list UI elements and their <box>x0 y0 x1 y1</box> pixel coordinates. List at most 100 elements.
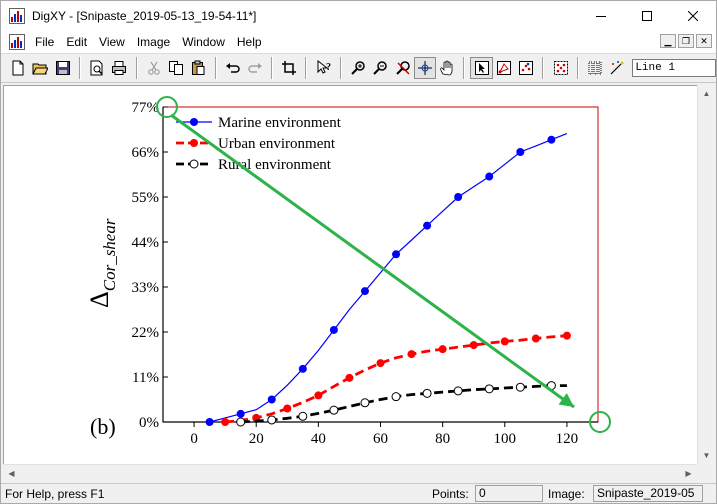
series-marker-2 <box>422 388 432 398</box>
y-tick-label: 11% <box>132 370 159 386</box>
series-marker-0 <box>267 395 276 404</box>
horizontal-scrollbar[interactable]: ◀ ▶ <box>3 464 697 482</box>
minimize-icon <box>596 16 606 17</box>
undo-icon <box>225 63 240 73</box>
toolbar-separator <box>271 57 274 79</box>
copy-button[interactable] <box>165 57 187 79</box>
zoom-out-button[interactable] <box>369 57 391 79</box>
series-marker-0 <box>454 193 463 201</box>
image-label: Image: <box>548 487 585 501</box>
menu-view[interactable]: View <box>93 31 131 53</box>
series-marker-2 <box>515 382 525 392</box>
series-marker-1 <box>283 404 292 413</box>
vertical-scrollbar[interactable]: ▲ ▼ <box>697 85 715 464</box>
zoom-in-button[interactable] <box>347 57 369 79</box>
y-tick-label: 77% <box>132 100 160 116</box>
series-marker-0 <box>547 135 556 144</box>
status-help-text: For Help, press F1 <box>5 487 105 501</box>
scrollbar-corner <box>697 464 715 482</box>
mdi-restore-icon: ❐ <box>681 36 691 46</box>
series-marker-0 <box>205 418 214 426</box>
calibration-arrow-head <box>558 393 574 407</box>
grid-tool-button[interactable] <box>549 57 571 79</box>
toolbar-separator <box>339 57 342 79</box>
print-preview-button[interactable] <box>86 57 108 79</box>
series-marker-1 <box>562 331 571 340</box>
mdi-minimize-icon: ▁ <box>664 36 672 46</box>
menu-file[interactable]: File <box>29 31 60 53</box>
open-button[interactable] <box>29 57 51 79</box>
print-button[interactable] <box>108 57 130 79</box>
scatter-tool-button[interactable] <box>515 57 537 79</box>
legend-marker-2 <box>189 159 199 169</box>
minimize-button[interactable] <box>578 1 624 31</box>
undo-button[interactable] <box>222 57 244 79</box>
digxy-window: DigXY - [Snipaste_2019-05-13_19-54-11*] … <box>0 0 717 504</box>
zoom-reset-button[interactable] <box>391 57 413 79</box>
scroll-left-arrow-icon[interactable]: ◀ <box>3 465 20 482</box>
mdi-close-button[interactable]: ✕ <box>696 34 712 48</box>
cut-button[interactable] <box>143 57 165 79</box>
series-marker-2 <box>453 386 463 396</box>
data-table-button[interactable] <box>584 57 606 79</box>
redo-icon <box>248 63 262 73</box>
toolbar: ? Line 1 <box>1 53 716 83</box>
mdi-minimize-button[interactable]: ▁ <box>660 34 676 48</box>
select-tool-button[interactable] <box>470 57 493 79</box>
series-marker-0 <box>423 221 432 230</box>
digitize-cursor-icon <box>417 61 432 75</box>
menu-bar: File Edit View Image Window Help ▁ ❐ ✕ <box>1 31 716 53</box>
status-bar: For Help, press F1 Points: 0 Image: Snip… <box>1 483 716 503</box>
crop-icon <box>282 61 297 75</box>
series-marker-0 <box>516 148 525 156</box>
menu-image[interactable]: Image <box>131 31 176 53</box>
close-icon <box>688 11 698 21</box>
zoom-reset-icon <box>395 61 410 75</box>
scroll-down-arrow-icon[interactable]: ▼ <box>698 447 715 464</box>
toolbar-separator <box>214 57 217 79</box>
scatter-points-icon <box>519 61 534 75</box>
mdi-restore-button[interactable]: ❐ <box>678 34 694 48</box>
window-title: DigXY - [Snipaste_2019-05-13_19-54-11*] <box>32 9 257 23</box>
series-marker-1 <box>221 418 230 426</box>
point-tool-button[interactable] <box>493 57 515 79</box>
redo-button[interactable] <box>244 57 266 79</box>
y-tick-label: 0% <box>139 415 159 431</box>
magic-line-icon <box>610 61 624 75</box>
menu-edit[interactable]: Edit <box>60 31 93 53</box>
series-marker-2 <box>391 392 401 402</box>
image-canvas[interactable]: 0% 11% 22% 33% 44% 55% 66% 77% 0 20 40 60 80 100 120 ΔC… <box>3 85 697 464</box>
scroll-up-arrow-icon[interactable]: ▲ <box>698 85 715 102</box>
copy-icon <box>169 61 184 75</box>
series-marker-2 <box>267 415 277 425</box>
grid-points-icon <box>553 61 568 75</box>
paste-button[interactable] <box>187 57 209 79</box>
calibration-arrow-line <box>170 113 575 409</box>
maximize-button[interactable] <box>624 1 670 31</box>
toolbar-separator <box>78 57 81 79</box>
points-count: 0 <box>475 485 543 502</box>
scroll-right-arrow-icon[interactable]: ▶ <box>680 465 697 482</box>
series-marker-0 <box>360 287 369 296</box>
digitize-mode-button[interactable] <box>413 57 437 79</box>
pan-hand-button[interactable] <box>436 57 458 79</box>
menu-help[interactable]: Help <box>231 31 268 53</box>
pan-hand-icon <box>440 60 453 76</box>
new-button[interactable] <box>7 57 29 79</box>
toolbar-separator <box>305 57 308 79</box>
line-select-combo[interactable]: Line 1 <box>632 59 716 77</box>
line-color-button[interactable] <box>606 57 628 79</box>
menu-window[interactable]: Window <box>176 31 231 53</box>
plot-frame <box>162 106 599 423</box>
image-name: Snipaste_2019-05 <box>593 485 703 502</box>
series-marker-2 <box>329 405 339 415</box>
crop-button[interactable] <box>278 57 300 79</box>
series-marker-1 <box>376 359 385 368</box>
title-bar[interactable]: DigXY - [Snipaste_2019-05-13_19-54-11*] <box>1 1 716 31</box>
context-help-button[interactable]: ? <box>312 57 334 79</box>
document-icon[interactable] <box>9 34 25 50</box>
legend-marker-0 <box>190 118 198 126</box>
close-button[interactable] <box>670 1 716 31</box>
x-tick-label: 40 <box>311 431 326 447</box>
save-button[interactable] <box>52 57 74 79</box>
